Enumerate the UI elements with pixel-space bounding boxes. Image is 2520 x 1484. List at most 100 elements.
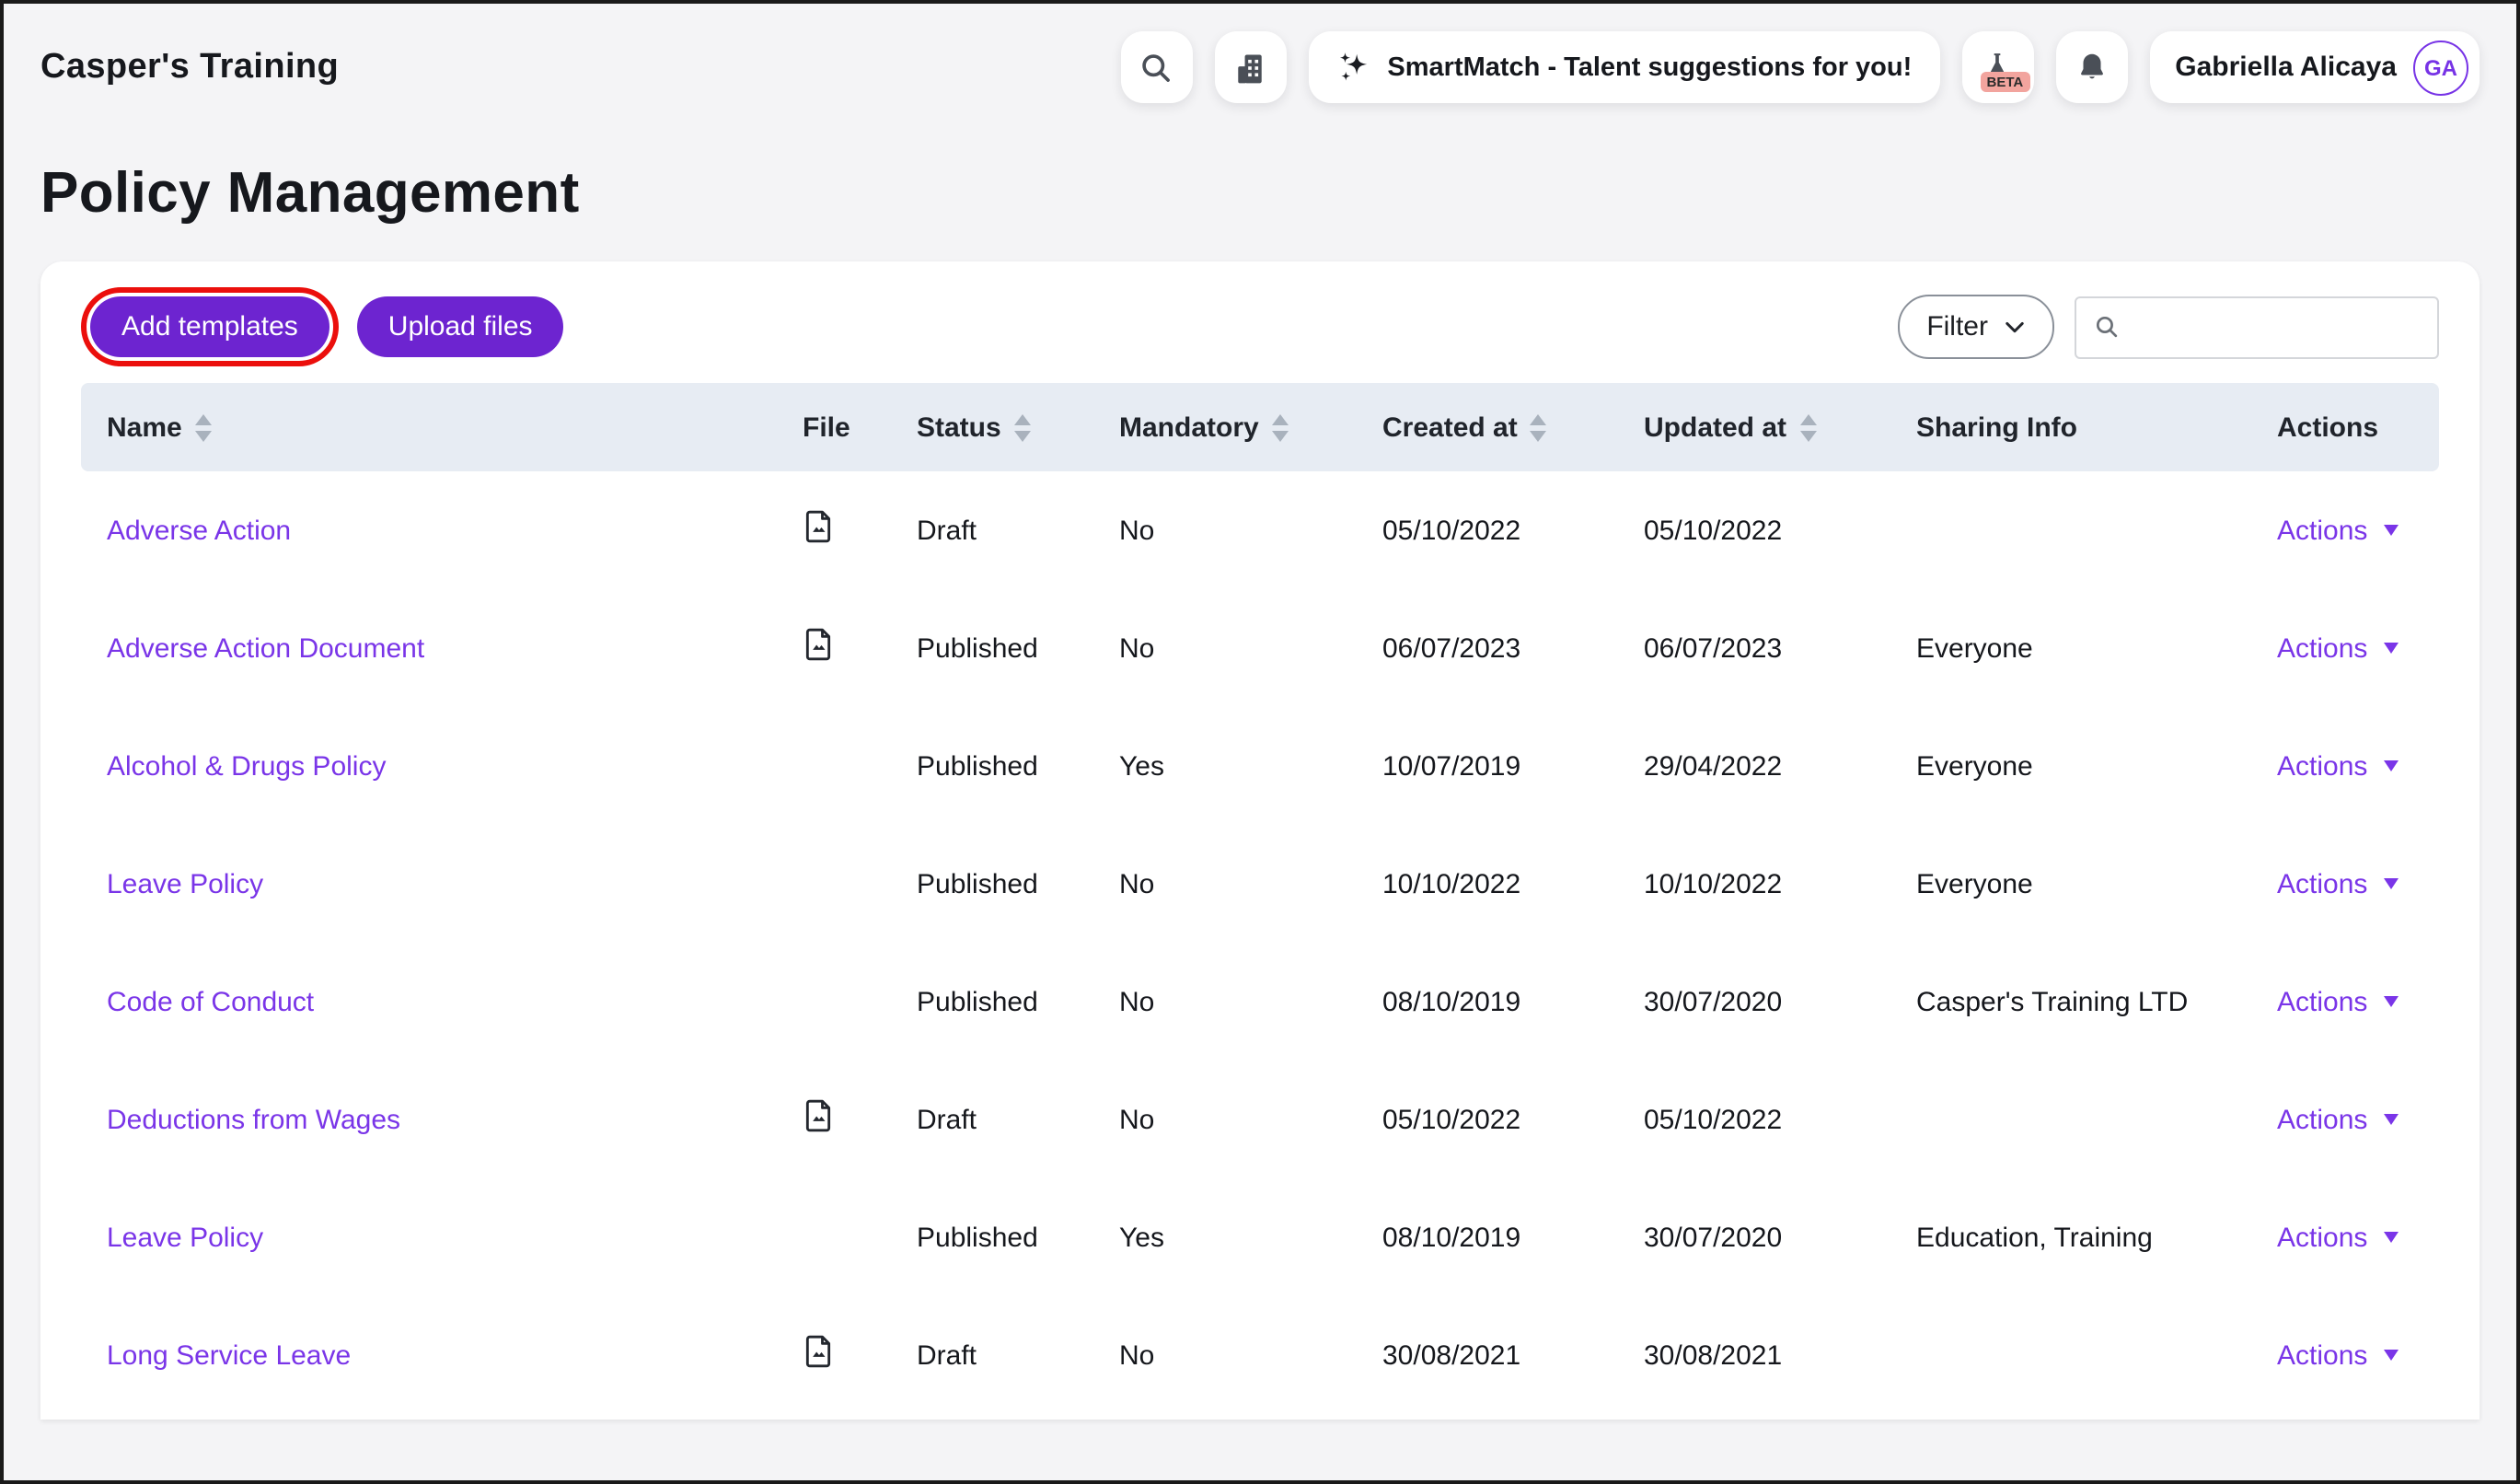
global-search-button[interactable] <box>1120 31 1193 103</box>
top-bar-actions: SmartMatch - Talent suggestions for you!… <box>1120 31 2480 103</box>
column-header-sharing-info: Sharing Info <box>1916 412 2277 443</box>
smartmatch-label: SmartMatch - Talent suggestions for you! <box>1387 52 1913 82</box>
mandatory-text: No <box>1119 632 1155 664</box>
file-icon <box>805 1099 831 1132</box>
status-text: Draft <box>917 515 977 546</box>
policy-search-input[interactable] <box>2133 310 2421 343</box>
avatar: GA <box>2413 40 2468 95</box>
mandatory-text: No <box>1119 1339 1155 1371</box>
sort-icon[interactable] <box>1013 413 1031 441</box>
mandatory-text: Yes <box>1119 750 1164 782</box>
column-header-mandatory[interactable]: Mandatory <box>1119 412 1382 443</box>
updated-at-text: 05/10/2022 <box>1644 515 1783 546</box>
column-header-label: Status <box>917 412 1001 443</box>
notifications-button[interactable] <box>2055 31 2128 103</box>
chevron-down-icon <box>2006 320 2024 332</box>
policy-name-link[interactable]: Adverse Action <box>107 515 291 546</box>
status-text: Published <box>917 986 1038 1017</box>
column-header-label: Sharing Info <box>1916 412 2077 443</box>
caret-down-icon <box>2384 996 2399 1007</box>
column-header-status[interactable]: Status <box>917 412 1119 443</box>
sharing-info-text: Everyone <box>1916 868 2033 899</box>
mandatory-text: No <box>1119 515 1155 546</box>
sharing-info-text: Everyone <box>1916 632 2033 664</box>
created-at-text: 08/10/2019 <box>1382 1222 1521 1253</box>
search-icon <box>2096 316 2118 338</box>
add-templates-button[interactable]: Add templates <box>90 296 329 357</box>
actions-label: Actions <box>2277 868 2368 899</box>
actions-label: Actions <box>2277 750 2368 782</box>
column-header-created-at[interactable]: Created at <box>1382 412 1644 443</box>
sort-icon[interactable] <box>1799 413 1817 441</box>
created-at-text: 30/08/2021 <box>1382 1339 1521 1371</box>
mandatory-text: Yes <box>1119 1222 1164 1253</box>
caret-down-icon <box>2384 1114 2399 1125</box>
updated-at-text: 06/07/2023 <box>1644 632 1783 664</box>
column-header-actions: Actions <box>2277 412 2439 443</box>
smartmatch-button[interactable]: SmartMatch - Talent suggestions for you! <box>1308 31 1940 103</box>
column-header-label: Created at <box>1382 412 1518 443</box>
policy-name-link[interactable]: Code of Conduct <box>107 986 314 1017</box>
sort-icon[interactable] <box>1271 413 1289 441</box>
updated-at-text: 10/10/2022 <box>1644 868 1783 899</box>
page-title: Policy Management <box>40 160 580 225</box>
labs-button[interactable]: BETA <box>1961 31 2034 103</box>
created-at-text: 10/10/2022 <box>1382 868 1521 899</box>
building-icon <box>1238 53 1263 83</box>
policy-card: Add templates Upload files Filter Name F… <box>40 261 2480 1420</box>
sort-icon[interactable] <box>1530 413 1547 441</box>
top-bar: Casper's Training SmartMatch - Talent su… <box>4 4 2516 103</box>
actions-dropdown[interactable]: Actions <box>2277 1339 2439 1371</box>
app-title: Casper's Training <box>40 47 340 86</box>
caret-down-icon <box>2384 760 2399 771</box>
table-row: Leave Policy Published No 10/10/2022 10/… <box>81 825 2439 943</box>
actions-dropdown[interactable]: Actions <box>2277 868 2439 899</box>
caret-down-icon <box>2384 1232 2399 1243</box>
actions-label: Actions <box>2277 986 2368 1017</box>
search-icon <box>1142 53 1171 81</box>
column-header-label: Actions <box>2277 412 2379 443</box>
beta-badge: BETA <box>1980 71 2030 92</box>
actions-dropdown[interactable]: Actions <box>2277 986 2439 1017</box>
column-header-label: Name <box>107 412 182 443</box>
upload-files-button[interactable]: Upload files <box>356 296 564 357</box>
column-header-label: Updated at <box>1644 412 1787 443</box>
updated-at-text: 05/10/2022 <box>1644 1104 1783 1135</box>
actions-dropdown[interactable]: Actions <box>2277 515 2439 546</box>
sharing-info-text: Casper's Training LTD <box>1916 986 2189 1017</box>
table-row: Long Service Leave Draft No 30/08/2021 3… <box>81 1296 2439 1414</box>
policy-name-link[interactable]: Leave Policy <box>107 1222 263 1253</box>
policy-name-link[interactable]: Alcohol & Drugs Policy <box>107 750 386 782</box>
policy-name-link[interactable]: Adverse Action Document <box>107 632 424 664</box>
actions-dropdown[interactable]: Actions <box>2277 632 2439 664</box>
table-row: Leave Policy Published Yes 08/10/2019 30… <box>81 1178 2439 1296</box>
created-at-text: 10/07/2019 <box>1382 750 1521 782</box>
actions-label: Actions <box>2277 1222 2368 1253</box>
mandatory-text: No <box>1119 986 1155 1017</box>
filter-label: Filter <box>1926 311 1988 342</box>
table-row: Deductions from Wages Draft No 05/10/202… <box>81 1061 2439 1178</box>
column-header-label: File <box>803 412 850 443</box>
user-menu[interactable]: Gabriella Alicaya GA <box>2149 31 2480 103</box>
updated-at-text: 30/07/2020 <box>1644 1222 1783 1253</box>
policy-management-screen: Casper's Training SmartMatch - Talent su… <box>0 0 2520 1484</box>
column-header-updated-at[interactable]: Updated at <box>1644 412 1916 443</box>
created-at-text: 06/07/2023 <box>1382 632 1521 664</box>
sparkles-icon <box>1339 52 1367 81</box>
sort-icon[interactable] <box>194 413 212 441</box>
policy-name-link[interactable]: Leave Policy <box>107 868 263 899</box>
column-header-name[interactable]: Name <box>81 412 803 443</box>
policy-name-link[interactable]: Long Service Leave <box>107 1339 351 1371</box>
table-row: Code of Conduct Published No 08/10/2019 … <box>81 943 2439 1061</box>
organization-button[interactable] <box>1214 31 1287 103</box>
created-at-text: 05/10/2022 <box>1382 1104 1521 1135</box>
actions-dropdown[interactable]: Actions <box>2277 750 2439 782</box>
actions-dropdown[interactable]: Actions <box>2277 1222 2439 1253</box>
policy-name-link[interactable]: Deductions from Wages <box>107 1104 400 1135</box>
filter-dropdown[interactable]: Filter <box>1897 295 2054 359</box>
bell-icon <box>2080 53 2103 79</box>
column-header-file: File <box>803 412 917 443</box>
actions-dropdown[interactable]: Actions <box>2277 1104 2439 1135</box>
status-text: Published <box>917 868 1038 899</box>
actions-label: Actions <box>2277 515 2368 546</box>
